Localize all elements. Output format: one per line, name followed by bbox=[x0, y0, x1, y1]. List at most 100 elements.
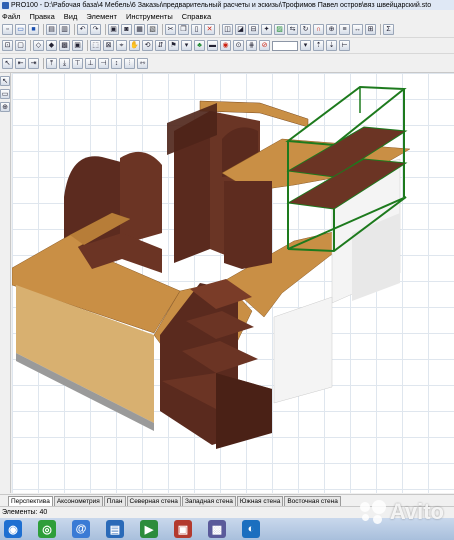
play-icon[interactable]: ▶ bbox=[140, 520, 158, 538]
shaded-icon[interactable]: ◆ bbox=[46, 40, 57, 51]
material-icon[interactable]: ▨ bbox=[274, 24, 285, 35]
paste-icon[interactable]: ▯ bbox=[191, 24, 202, 35]
move-up-icon[interactable]: ⤒ bbox=[46, 58, 57, 69]
separator bbox=[74, 24, 75, 35]
copy-icon[interactable]: ❐ bbox=[178, 24, 189, 35]
print-preview-icon[interactable]: ▥ bbox=[59, 24, 70, 35]
mirror-icon[interactable]: ⇆ bbox=[287, 24, 298, 35]
sigma-icon[interactable]: Σ bbox=[383, 24, 394, 35]
split-icon[interactable]: ⊢ bbox=[339, 40, 350, 51]
tab-perspective[interactable]: Перспектива bbox=[8, 496, 53, 506]
network-icon[interactable]: ◐ bbox=[242, 520, 260, 538]
separator bbox=[380, 24, 381, 35]
fit-icon[interactable]: ⊠ bbox=[103, 40, 114, 51]
stretch-icon[interactable]: ↕ bbox=[111, 58, 122, 69]
menu-edit[interactable]: Правка bbox=[29, 12, 54, 21]
lock-axis-icon[interactable]: ⊕ bbox=[0, 102, 10, 112]
perspective-icon[interactable]: ⬚ bbox=[90, 40, 101, 51]
walk-icon[interactable]: ⇵ bbox=[155, 40, 166, 51]
tab-south-wall[interactable]: Южная стена bbox=[236, 496, 284, 506]
lock-icon[interactable]: ⊕ bbox=[326, 24, 337, 35]
pointer-icon[interactable]: ↖ bbox=[2, 58, 13, 69]
light-bulb-icon[interactable]: ✦ bbox=[261, 24, 272, 35]
open-folder-icon[interactable]: ▭ bbox=[15, 24, 26, 35]
hand-icon[interactable]: ✋ bbox=[129, 40, 140, 51]
3d-viewport[interactable] bbox=[12, 73, 454, 493]
window-title: PRO100 - D:\Рабочая база\4 Мебель\6 Зака… bbox=[11, 1, 432, 9]
undo-icon[interactable]: ↶ bbox=[77, 24, 88, 35]
tree-icon[interactable]: ♣ bbox=[194, 40, 205, 51]
flag-icon[interactable]: ⚑ bbox=[168, 40, 179, 51]
render-icon[interactable]: ▣ bbox=[108, 24, 119, 35]
rotate-icon[interactable]: ↻ bbox=[300, 24, 311, 35]
ruler-icon[interactable]: ⊞ bbox=[365, 24, 376, 35]
tab-west-wall[interactable]: Западная стена bbox=[181, 496, 236, 506]
tab-east-wall[interactable]: Восточная стена bbox=[284, 496, 341, 506]
redo-icon[interactable]: ↷ bbox=[90, 24, 101, 35]
wall-icon[interactable]: ▭ bbox=[0, 89, 10, 99]
separator bbox=[43, 58, 44, 69]
pick-color-icon[interactable]: ▾ bbox=[181, 40, 192, 51]
align-icon[interactable]: ⊟ bbox=[248, 24, 259, 35]
select-icon[interactable]: ⌖ bbox=[116, 40, 127, 51]
left-toolbar: ↖ ▭ ⊕ bbox=[0, 73, 11, 493]
settings-icon[interactable]: ▧ bbox=[147, 24, 158, 35]
align-center-icon[interactable]: ⊣ bbox=[98, 58, 109, 69]
tab-axonometry[interactable]: Аксонометрия bbox=[53, 496, 103, 506]
magnet-icon[interactable]: ∩ bbox=[313, 24, 324, 35]
stack-icon[interactable]: ⫶ bbox=[124, 58, 135, 69]
zoom-select[interactable] bbox=[272, 40, 298, 51]
spread-icon[interactable]: ⇿ bbox=[137, 58, 148, 69]
delete-icon[interactable]: ✕ bbox=[204, 24, 215, 35]
front-white-panel bbox=[273, 296, 333, 404]
browser-icon[interactable]: ◎ bbox=[38, 520, 56, 538]
tab-plan[interactable]: План bbox=[103, 496, 126, 506]
render-view-icon[interactable]: ▣ bbox=[72, 40, 83, 51]
menu-help[interactable]: Справка bbox=[182, 12, 211, 21]
zoom-icon[interactable]: ⊡ bbox=[2, 40, 13, 51]
camera-icon[interactable]: ◙ bbox=[121, 24, 132, 35]
mail-icon[interactable]: @ bbox=[72, 520, 90, 538]
panel-icon[interactable]: ▬ bbox=[207, 40, 218, 51]
menu-element[interactable]: Элемент bbox=[86, 12, 117, 21]
grid-icon[interactable]: ⋕ bbox=[246, 40, 257, 51]
move-left-icon[interactable]: ⇤ bbox=[15, 58, 26, 69]
avito-watermark: Avito bbox=[358, 499, 444, 525]
align-bottom-icon[interactable]: ⊥ bbox=[85, 58, 96, 69]
drill-icon[interactable]: ◉ bbox=[220, 40, 231, 51]
zoom-window-icon[interactable]: ▢ bbox=[15, 40, 26, 51]
dimension-icon[interactable]: ↔ bbox=[352, 24, 363, 35]
avito-logo-icon bbox=[358, 500, 388, 524]
report-icon[interactable]: ▦ bbox=[134, 24, 145, 35]
chevron-down-icon[interactable]: ▾ bbox=[300, 40, 311, 51]
wireframe-icon[interactable]: ◇ bbox=[33, 40, 44, 51]
ungroup-icon[interactable]: ◪ bbox=[235, 24, 246, 35]
align-top-icon[interactable]: ⊤ bbox=[72, 58, 83, 69]
orbit-icon[interactable]: ⟲ bbox=[142, 40, 153, 51]
print-icon[interactable]: ▤ bbox=[46, 24, 57, 35]
layer-up-icon[interactable]: ⇡ bbox=[313, 40, 324, 51]
elements-count: Элементы: 40 bbox=[2, 509, 48, 516]
start-icon[interactable]: ◉ bbox=[4, 520, 22, 538]
menu-view[interactable]: Вид bbox=[64, 12, 78, 21]
save-icon[interactable]: ■ bbox=[28, 24, 39, 35]
snap-icon[interactable]: ⊙ bbox=[233, 40, 244, 51]
move-right-icon[interactable]: ⇥ bbox=[28, 58, 39, 69]
move-down-icon[interactable]: ⤓ bbox=[59, 58, 70, 69]
layer-down-icon[interactable]: ⇣ bbox=[326, 40, 337, 51]
new-file-icon[interactable]: ▫ bbox=[2, 24, 13, 35]
menu-tools[interactable]: Инструменты bbox=[126, 12, 173, 21]
menu-file[interactable]: Файл bbox=[2, 12, 20, 21]
view-toolbar: ⊡ ▢ ◇ ◆ ▩ ▣ ⬚ ⊠ ⌖ ✋ ⟲ ⇵ ⚑ ▾ ♣ ▬ ◉ ⊙ ⋕ ⊘ … bbox=[0, 38, 454, 54]
pro100-icon[interactable]: ▩ bbox=[208, 520, 226, 538]
cut-icon[interactable]: ✂ bbox=[165, 24, 176, 35]
group-icon[interactable]: ◫ bbox=[222, 24, 233, 35]
layers-icon[interactable]: ≡ bbox=[339, 24, 350, 35]
stepped-unit-side bbox=[216, 373, 272, 449]
tab-north-wall[interactable]: Северная стена bbox=[126, 496, 181, 506]
explorer-icon[interactable]: ▤ bbox=[106, 520, 124, 538]
select-arrow-icon[interactable]: ↖ bbox=[0, 76, 10, 86]
app-icon-red[interactable]: ▣ bbox=[174, 520, 192, 538]
textured-icon[interactable]: ▩ bbox=[59, 40, 70, 51]
no-entry-icon[interactable]: ⊘ bbox=[259, 40, 270, 51]
